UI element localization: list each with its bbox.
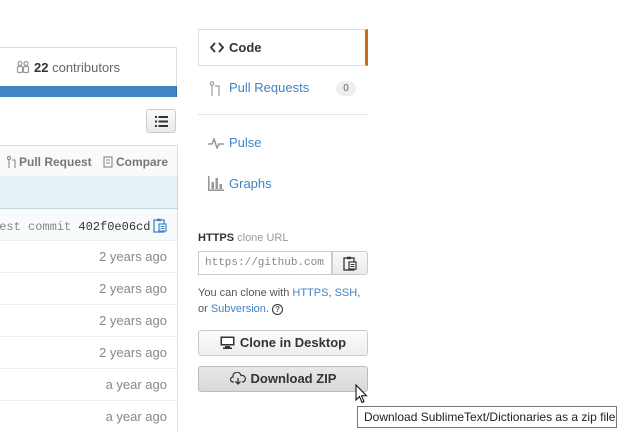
nav-pull-requests-label: Pull Requests: [229, 80, 310, 95]
pulse-icon: [208, 138, 224, 149]
compare-icon: [103, 156, 113, 168]
commit-age: a year ago: [105, 377, 167, 392]
table-row[interactable]: 2 years ago: [0, 304, 178, 336]
nav-code-label: Code: [229, 40, 262, 55]
commit-age: a year ago: [105, 409, 167, 424]
nav-pull-requests[interactable]: Pull Requests 0: [198, 71, 368, 107]
nav-divider: [198, 114, 368, 115]
file-list: 2 years ago 2 years ago 2 years ago 2 ye…: [0, 240, 178, 432]
graph-icon: [208, 176, 224, 191]
commit-age: 2 years ago: [99, 281, 167, 296]
repo-nav: Code Pull Requests 0 Pulse Graphs: [198, 17, 368, 217]
contributors-count: 22: [34, 60, 49, 75]
clone-https-link[interactable]: HTTPS: [292, 287, 328, 299]
compare-label: Compare: [116, 155, 169, 169]
contributors-label: contributors: [52, 60, 121, 75]
clone-url-label: clone URL: [237, 232, 289, 244]
compare-link[interactable]: Compare: [103, 155, 168, 169]
download-zip-label: Download ZIP: [250, 371, 337, 386]
download-zip-tooltip: Download SublimeText/Dictionaries as a z…: [357, 406, 617, 428]
list-view-button[interactable]: [146, 109, 176, 133]
clone-ssh-link[interactable]: SSH: [335, 287, 358, 299]
list-icon: [155, 116, 168, 127]
code-icon: [210, 42, 224, 53]
clone-help-prefix: You can clone with: [198, 287, 290, 299]
clone-protocol: HTTPS: [198, 232, 235, 244]
commit-message-bar: [0, 176, 178, 209]
nav-code[interactable]: Code: [198, 29, 368, 66]
mouse-cursor-icon: [355, 384, 368, 404]
table-row[interactable]: 2 years ago: [0, 272, 178, 304]
pull-request-icon: [210, 81, 220, 96]
clipboard-icon: [343, 256, 357, 271]
nav-graphs-label: Graphs: [229, 176, 272, 191]
nav-graphs[interactable]: Graphs: [198, 167, 368, 203]
clone-subversion-link[interactable]: Subversion: [211, 303, 266, 315]
clone-url-heading: HTTPS clone URL: [198, 232, 288, 244]
commit-age: 2 years ago: [99, 249, 167, 264]
download-zip-button[interactable]: Download ZIP: [198, 366, 368, 392]
pull-request-icon: [6, 155, 16, 168]
repo-content: 22 contributors Pull Request Compare est…: [0, 0, 178, 442]
table-row[interactable]: 2 years ago: [0, 240, 178, 272]
contributors-link[interactable]: 22 contributors: [16, 60, 120, 75]
table-row[interactable]: a year ago: [0, 400, 178, 432]
latest-commit-text: test commit 402f0e06cd: [0, 220, 150, 234]
clone-url-input[interactable]: [198, 251, 332, 275]
clone-in-desktop-label: Clone in Desktop: [239, 335, 347, 350]
commit-age: 2 years ago: [99, 313, 167, 328]
desktop-icon: [220, 336, 235, 349]
clone-help-text: You can clone with HTTPS, SSH, or Subver…: [198, 287, 361, 315]
latest-commit-prefix: test commit: [0, 220, 72, 234]
clipboard-icon[interactable]: [153, 218, 167, 233]
pull-requests-count-badge: 0: [336, 81, 356, 96]
contributors-summary[interactable]: 22 contributors: [0, 47, 177, 87]
cloud-download-icon: [229, 371, 246, 385]
question-icon[interactable]: ?: [272, 303, 284, 315]
table-row[interactable]: a year ago: [0, 368, 178, 400]
latest-commit-bar: test commit 402f0e06cd: [0, 209, 178, 242]
clone-in-desktop-button[interactable]: Clone in Desktop: [198, 330, 368, 356]
nav-pulse-label: Pulse: [229, 135, 262, 150]
file-navigation-bar: Pull Request Compare: [0, 145, 178, 177]
latest-commit-hash[interactable]: 402f0e06cd: [78, 220, 150, 234]
language-bar: [0, 86, 177, 97]
pull-request-label: Pull Request: [19, 155, 92, 169]
organization-icon: [16, 60, 30, 74]
clone-help-or: or: [198, 303, 208, 315]
commit-age: 2 years ago: [99, 345, 167, 360]
copy-clone-url-button[interactable]: [332, 251, 368, 275]
nav-pulse[interactable]: Pulse: [198, 126, 368, 162]
table-row[interactable]: 2 years ago: [0, 336, 178, 368]
pull-request-link[interactable]: Pull Request: [6, 155, 92, 169]
